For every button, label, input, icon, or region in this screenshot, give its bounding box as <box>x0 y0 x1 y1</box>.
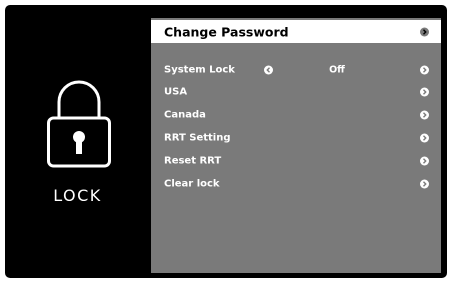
menu-item-label: Clear lock <box>164 178 220 189</box>
chevron-right-icon[interactable] <box>420 156 429 165</box>
menu-item-change-password[interactable]: Change Password <box>151 20 441 43</box>
menu-item-label: Change Password <box>164 24 289 39</box>
chevron-right-icon[interactable] <box>420 87 429 96</box>
menu-item-label: RRT Setting <box>164 132 231 143</box>
chevron-right-icon[interactable] <box>420 133 429 142</box>
menu-item-usa[interactable]: USA <box>151 80 441 103</box>
lock-menu: Change Password System Lock Off USA Cana… <box>151 18 441 273</box>
category-panel: LOCK <box>5 5 150 278</box>
menu-item-rrt-setting[interactable]: RRT Setting <box>151 126 441 149</box>
menu-item-reset-rrt[interactable]: Reset RRT <box>151 149 441 172</box>
chevron-right-icon[interactable] <box>420 110 429 119</box>
menu-item-canada[interactable]: Canada <box>151 103 441 126</box>
chevron-right-icon[interactable] <box>420 27 429 36</box>
menu-item-system-lock[interactable]: System Lock Off <box>151 58 441 81</box>
chevron-right-icon[interactable] <box>420 65 429 74</box>
lock-icon <box>47 80 111 168</box>
menu-item-label: USA <box>164 86 188 97</box>
menu-item-label: Reset RRT <box>164 155 222 166</box>
chevron-right-icon[interactable] <box>420 179 429 188</box>
category-label: LOCK <box>53 186 102 205</box>
chevron-left-icon[interactable] <box>264 65 273 74</box>
system-lock-value: Off <box>329 64 345 75</box>
menu-item-clear-lock[interactable]: Clear lock <box>151 172 441 195</box>
menu-item-label: Canada <box>164 109 206 120</box>
osd-screen: LOCK Change Password System Lock Off USA <box>5 5 447 278</box>
menu-item-label: System Lock <box>164 64 235 75</box>
